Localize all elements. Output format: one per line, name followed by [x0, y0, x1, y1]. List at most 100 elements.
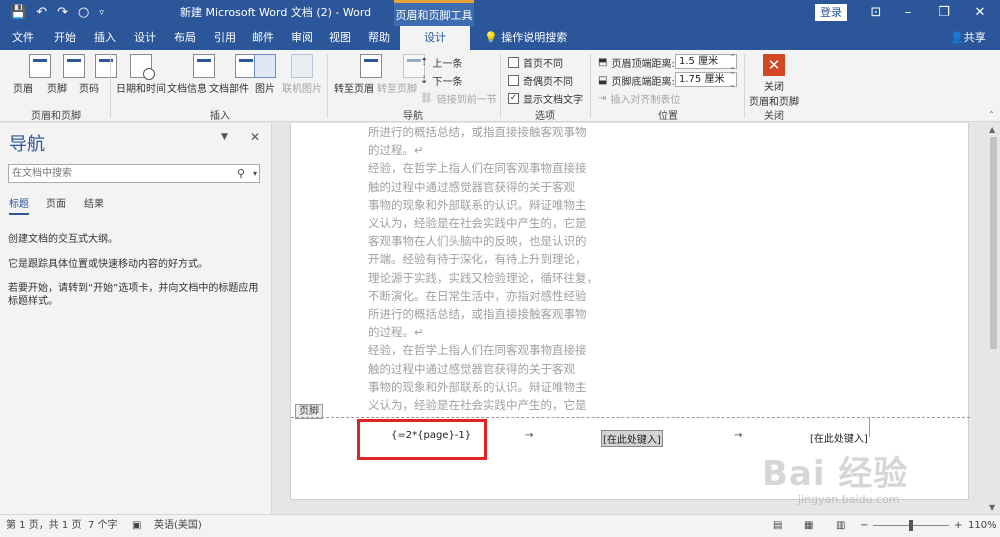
- customize-icon[interactable]: ▿: [99, 0, 104, 26]
- tab-insert[interactable]: 插入: [88, 26, 122, 50]
- body-line: 开端。经验有待于深化，有待上升到理论，: [368, 252, 587, 267]
- chevron-down-icon[interactable]: ▾: [253, 165, 257, 182]
- footer-bottom-distance-label: ⬓ 页脚底端距离:: [598, 75, 675, 88]
- doc-parts-button[interactable]: 文档部件: [208, 54, 257, 95]
- close-window-icon[interactable]: ✕: [960, 0, 1000, 26]
- page-count[interactable]: 第 1 页，共 1 页: [6, 515, 81, 537]
- share-button[interactable]: 👤共享: [950, 26, 986, 50]
- web-layout-icon[interactable]: ▥: [836, 515, 845, 537]
- next-button[interactable]: ⇣ 下一条: [420, 73, 462, 88]
- footer-bottom-distance-input[interactable]: 1.75 厘米: [675, 72, 737, 87]
- zoom-in-button[interactable]: +: [954, 515, 962, 537]
- nav-tab-pages[interactable]: 页面: [46, 195, 66, 210]
- tab-help[interactable]: 帮助: [362, 26, 396, 50]
- tab-review[interactable]: 审阅: [285, 26, 319, 50]
- person-icon: 👤: [950, 31, 964, 44]
- calendar-icon: [130, 54, 155, 80]
- document-page[interactable]: 所进行的概括总结，或指直接接触客观事物 的过程。↵ 经验，在哲学上指人们在同客观…: [290, 123, 970, 500]
- tab-file[interactable]: 文件: [6, 26, 40, 50]
- nav-tab-results[interactable]: 结果: [84, 195, 104, 210]
- word-count[interactable]: 7 个字: [88, 515, 118, 537]
- header-top-distance-input[interactable]: 1.5 厘米: [675, 54, 737, 69]
- show-document-text-checkbox[interactable]: ✓ 显示文档文字: [508, 91, 583, 106]
- footer-button[interactable]: 页脚: [42, 54, 85, 95]
- footer-placeholder-right[interactable]: [在此处键入]: [810, 430, 868, 445]
- scroll-down-icon[interactable]: ▼: [989, 503, 995, 512]
- date-time-button[interactable]: 日期和时间: [116, 54, 166, 95]
- tab-references[interactable]: 引用: [208, 26, 242, 50]
- minimize-icon[interactable]: –: [888, 0, 928, 26]
- tab-design[interactable]: 设计: [128, 26, 162, 50]
- redo-icon[interactable]: ↷: [57, 0, 68, 26]
- language[interactable]: 英语(美国): [154, 515, 202, 537]
- ribbon: 页眉 页脚 页码 页眉和页脚 日期和时间 文档信息 文档部件 图片 联机图片 插…: [0, 50, 1000, 122]
- different-odd-even-checkbox[interactable]: 奇偶页不同: [508, 73, 573, 88]
- print-layout-icon[interactable]: ▦: [804, 515, 813, 537]
- goto-header-button[interactable]: 转至页眉: [333, 54, 382, 95]
- picture-icon: [254, 54, 276, 78]
- undo-icon[interactable]: ↶: [36, 0, 47, 26]
- doc-info-button[interactable]: 文档信息: [167, 54, 215, 95]
- footer-distance-icon: ⬓: [598, 75, 608, 86]
- spinner-arrows-icon[interactable]: ⌃ ⌄: [729, 71, 736, 89]
- page-number-button[interactable]: 页码: [74, 54, 117, 95]
- read-mode-icon[interactable]: ▤: [773, 515, 782, 537]
- pane-options-icon[interactable]: ▼: [221, 132, 228, 142]
- zoom-slider-thumb[interactable]: [909, 520, 913, 531]
- proofing-icon[interactable]: ▣: [132, 515, 141, 537]
- header-button[interactable]: 页眉: [8, 54, 51, 95]
- collapse-ribbon-icon[interactable]: ⌃: [988, 110, 995, 119]
- zoom-out-button[interactable]: −: [860, 515, 868, 537]
- different-first-page-checkbox[interactable]: 首页不同: [508, 55, 563, 70]
- header-top-distance-label: ⬒ 页眉顶端距离:: [598, 57, 675, 70]
- nav-tab-headings[interactable]: 标题: [9, 195, 29, 215]
- goto-footer-button[interactable]: 转至页脚: [376, 54, 425, 95]
- tab-home[interactable]: 开始: [48, 26, 82, 50]
- body-line: 理论源于实践，实践又检验理论，循环往复，: [368, 270, 598, 285]
- scroll-thumb[interactable]: [990, 137, 997, 349]
- link-icon: ⛓: [420, 93, 433, 104]
- nav-message: 它是跟踪具体位置或快速移动内容的好方式。: [8, 259, 208, 270]
- tab-layout[interactable]: 布局: [168, 26, 202, 50]
- tab-mailings[interactable]: 邮件: [246, 26, 280, 50]
- insert-alignment-tab-button[interactable]: ⇥ 插入对齐制表位: [598, 91, 680, 106]
- tab-view[interactable]: 视图: [323, 26, 357, 50]
- nav-search-input[interactable]: 在文档中搜索 ⚲ ▾: [8, 164, 260, 183]
- picture-button[interactable]: 图片: [252, 54, 278, 95]
- checkmark-icon: ✓: [508, 93, 519, 104]
- body-line: 事物的现象和外部联系的认识。辩证唯物主: [368, 379, 587, 394]
- tab-arrow-icon: →: [734, 430, 743, 441]
- online-picture-button[interactable]: 联机图片: [280, 54, 324, 95]
- close-red-icon: ✕: [763, 54, 785, 76]
- previous-button[interactable]: ⇡ 上一条: [420, 55, 462, 70]
- group-label-position: 位置: [658, 111, 678, 122]
- group-separator: [744, 54, 745, 118]
- circle-icon[interactable]: ○: [78, 0, 89, 26]
- online-picture-icon: [291, 54, 313, 78]
- restore-icon[interactable]: ❐: [924, 0, 964, 26]
- context-tab-title: 页眉和页脚工具: [394, 0, 474, 26]
- group-separator: [590, 54, 591, 118]
- close-pane-icon[interactable]: ✕: [250, 130, 260, 144]
- link-previous-button[interactable]: ⛓ 链接到前一节: [420, 91, 497, 106]
- title-bar: 💾 ↶ ↷ ○ ▿ 新建 Microsoft Word 文档 (2) - Wor…: [0, 0, 1000, 26]
- spinner-arrows-icon[interactable]: ⌃ ⌄: [729, 53, 736, 71]
- tab-header-footer-design[interactable]: 设计: [400, 26, 470, 50]
- tell-me-search[interactable]: 💡 操作说明搜索: [484, 26, 567, 50]
- footer-field-code[interactable]: {=2*{page}-1}: [391, 430, 471, 441]
- close-header-footer-button[interactable]: ✕ 关闭 页眉和页脚: [748, 54, 800, 108]
- footer-placeholder-center[interactable]: [在此处键入]: [601, 430, 663, 447]
- group-separator: [500, 54, 501, 118]
- nav-message: 若要开始，请转到“开始”选项卡，并向文档中的标题应用标题样式。: [8, 283, 259, 307]
- page-number-icon: [95, 54, 117, 78]
- window-title: 新建 Microsoft Word 文档 (2) - Word: [180, 6, 372, 19]
- zoom-level[interactable]: 110%: [968, 515, 997, 537]
- group-separator: [327, 54, 328, 118]
- vertical-scrollbar[interactable]: ▲ ▼: [987, 123, 1000, 514]
- search-icon[interactable]: ⚲: [237, 165, 245, 182]
- scroll-up-icon[interactable]: ▲: [989, 125, 995, 134]
- save-icon[interactable]: 💾: [10, 0, 26, 26]
- lightbulb-icon: 💡: [484, 31, 502, 44]
- login-button[interactable]: 登录: [815, 4, 847, 21]
- margin-marker: [869, 417, 889, 437]
